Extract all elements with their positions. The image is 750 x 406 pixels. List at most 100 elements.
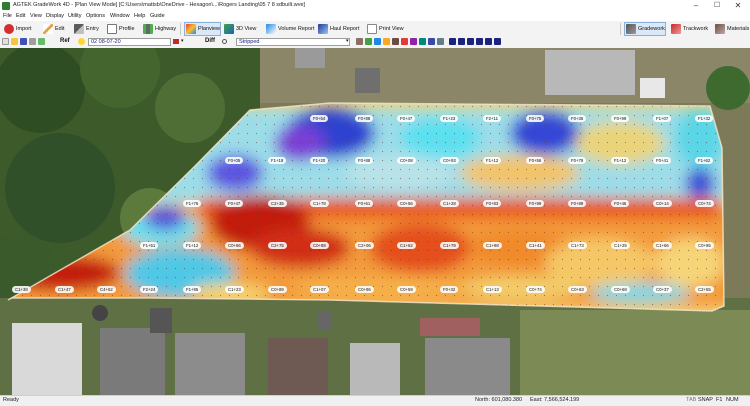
grid-point-label[interactable]: F1+76: [183, 200, 202, 207]
new-icon[interactable]: [2, 38, 9, 45]
tool-icon[interactable]: [365, 38, 372, 45]
tool-icon[interactable]: [476, 38, 483, 45]
grid-point-label[interactable]: C0+68: [611, 286, 630, 293]
grid-point-label[interactable]: F2+24: [140, 286, 159, 293]
haul-report-button[interactable]: Haul Report: [318, 22, 359, 36]
grid-point-label[interactable]: C0+95: [695, 242, 714, 249]
grid-point-label[interactable]: F0+46: [611, 200, 630, 207]
tool-icon[interactable]: [401, 38, 408, 45]
grid-point-label[interactable]: C0+59: [397, 286, 416, 293]
grid-point-label[interactable]: C0+88: [310, 242, 329, 249]
3d-view-button[interactable]: 3D View: [224, 22, 256, 36]
grid-point-label[interactable]: C0+66: [225, 242, 244, 249]
grid-point-label[interactable]: C0+96: [355, 286, 374, 293]
grid-point-label[interactable]: F2+11: [483, 115, 501, 122]
grid-point-label[interactable]: C1+25: [611, 242, 630, 249]
grid-point-label[interactable]: C1+66: [653, 242, 672, 249]
grid-point-label[interactable]: F1+51: [140, 242, 159, 249]
grid-point-label[interactable]: C0+74: [526, 286, 545, 293]
tool-icon[interactable]: [437, 38, 444, 45]
grid-point-label[interactable]: F0+05: [225, 157, 244, 164]
tool-icon[interactable]: [356, 38, 363, 45]
grid-point-label[interactable]: F1+62: [695, 157, 714, 164]
tool-icon[interactable]: [494, 38, 501, 45]
grid-point-label[interactable]: C0+93: [440, 157, 459, 164]
minimize-button[interactable]: –: [686, 0, 706, 12]
gradework-button[interactable]: Gradework: [624, 22, 666, 36]
grid-point-label[interactable]: F0+75: [526, 115, 545, 122]
tool-icon[interactable]: [485, 38, 492, 45]
grid-point-label[interactable]: F1+95: [183, 286, 202, 293]
grid-point-label[interactable]: F1+12: [611, 157, 630, 164]
grid-point-label[interactable]: C1+28: [440, 200, 459, 207]
tool-icon[interactable]: [419, 38, 426, 45]
grid-point-label[interactable]: C0+56: [397, 200, 416, 207]
maximize-button[interactable]: ☐: [707, 0, 727, 12]
grid-point-label[interactable]: C1+62: [397, 242, 416, 249]
tool-icon[interactable]: [374, 38, 381, 45]
grid-point-label[interactable]: C4+62: [97, 286, 116, 293]
grid-point-label[interactable]: F0+54: [310, 115, 329, 122]
grid-point-label[interactable]: F0+88: [355, 157, 374, 164]
print-small-icon[interactable]: [29, 38, 36, 45]
menu-display[interactable]: Display: [46, 13, 64, 19]
grid-point-label[interactable]: F0+56: [526, 157, 545, 164]
grid-point-label[interactable]: F0+47: [397, 115, 416, 122]
import-button[interactable]: Import: [4, 22, 32, 36]
grid-point-label[interactable]: F0+47: [225, 200, 244, 207]
grid-point-label[interactable]: F1+12: [483, 157, 502, 164]
save-icon[interactable]: [20, 38, 27, 45]
grid-point-label[interactable]: C1+88: [483, 242, 502, 249]
grid-point-label[interactable]: C1+41: [526, 242, 545, 249]
ref-surface-select[interactable]: 02 08-07-20: [88, 38, 171, 46]
tool-icon[interactable]: [410, 38, 417, 45]
close-button[interactable]: ✕: [728, 0, 748, 12]
grid-point-label[interactable]: C1+47: [55, 286, 74, 293]
highway-button[interactable]: Highway: [143, 22, 176, 36]
tool-icon[interactable]: [458, 38, 465, 45]
grid-point-label[interactable]: C0+89: [268, 286, 287, 293]
ref-color-swatch[interactable]: [173, 39, 179, 44]
menu-view[interactable]: View: [30, 13, 42, 19]
entry-button[interactable]: Entry: [74, 22, 99, 36]
menu-window[interactable]: Window: [110, 13, 130, 19]
grid-point-label[interactable]: C0+63: [568, 286, 587, 293]
grid-point-label[interactable]: C1+38: [12, 286, 31, 293]
tool-icon[interactable]: [467, 38, 474, 45]
grid-point-label[interactable]: F1+07: [653, 115, 672, 122]
grid-point-label[interactable]: F1+23: [440, 115, 459, 122]
grid-point-label[interactable]: C0+37: [653, 286, 672, 293]
menu-help[interactable]: Help: [134, 13, 145, 19]
grid-point-label[interactable]: C1+23: [225, 286, 244, 293]
materials-button[interactable]: Materials: [715, 22, 749, 36]
grid-point-label[interactable]: C1+79: [440, 242, 459, 249]
menu-options[interactable]: Options: [86, 13, 105, 19]
grid-point-label[interactable]: C1+73: [568, 242, 587, 249]
planview-button[interactable]: Planview: [184, 22, 221, 36]
undo-icon[interactable]: [38, 38, 45, 45]
menu-utility[interactable]: Utility: [68, 13, 81, 19]
menu-file[interactable]: File: [3, 13, 12, 19]
edit-button[interactable]: Edit: [43, 22, 64, 36]
chevron-down-icon[interactable]: ▾: [181, 38, 184, 44]
grid-point-label[interactable]: F0+32: [440, 286, 459, 293]
menu-edit[interactable]: Edit: [16, 13, 25, 19]
grid-point-label[interactable]: F0+88: [355, 115, 374, 122]
profile-button[interactable]: Profile: [107, 22, 135, 36]
volume-report-button[interactable]: Volume Report: [266, 22, 314, 36]
grid-point-label[interactable]: F1+18: [268, 157, 287, 164]
grid-point-label[interactable]: C0+08: [397, 157, 416, 164]
grid-point-label[interactable]: F0+99: [526, 200, 545, 207]
grid-point-label[interactable]: F0+79: [568, 157, 587, 164]
grid-point-label[interactable]: F0+41: [653, 157, 672, 164]
grid-point-label[interactable]: C0+14: [653, 200, 672, 207]
grid-point-label[interactable]: F0+61: [355, 200, 374, 207]
grid-point-label[interactable]: F1+20: [310, 157, 329, 164]
grid-point-label[interactable]: F0+36: [568, 115, 587, 122]
grid-point-label[interactable]: F1+32: [695, 115, 714, 122]
tool-icon[interactable]: [392, 38, 399, 45]
grid-point-label[interactable]: C1+13: [483, 286, 502, 293]
grid-point-label[interactable]: C2+75: [268, 242, 287, 249]
plan-view-map[interactable]: F0+54 F0+88 F0+47 F1+23 F2+11 F0+75 F0+3…: [0, 48, 750, 395]
diff-radio[interactable]: [222, 39, 227, 44]
